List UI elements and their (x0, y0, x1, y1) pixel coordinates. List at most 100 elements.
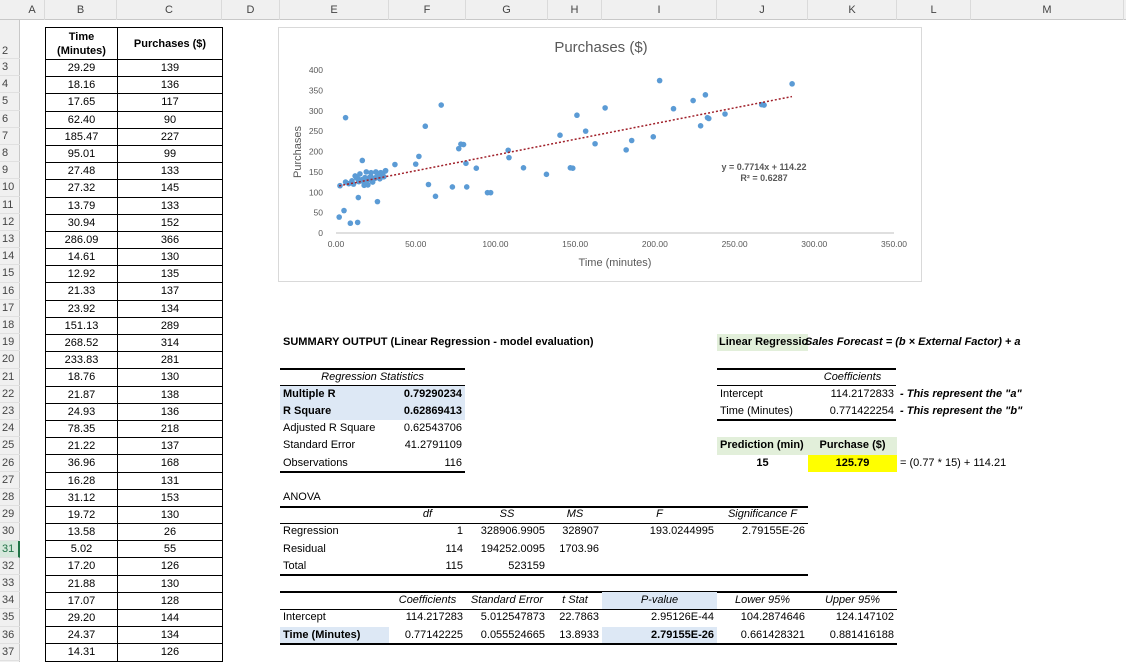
row-header-3[interactable]: 3 (0, 59, 20, 77)
time-cell[interactable]: 29.29 (45, 59, 118, 78)
purchases-cell[interactable]: 281 (117, 351, 223, 370)
coef-se[interactable]: 0.055524665 (466, 627, 548, 644)
r-square-label[interactable]: R Square (280, 403, 389, 421)
anova-label[interactable]: Residual (280, 541, 329, 558)
row-header-7[interactable]: 7 (0, 128, 20, 145)
coef-lower[interactable]: 0.661428321 (717, 627, 808, 644)
row-header-5[interactable]: 5 (0, 93, 20, 111)
row-header-16[interactable]: 16 (0, 283, 20, 300)
time-cell[interactable]: 12.92 (45, 265, 118, 284)
coef-header-p[interactable]: P-value (602, 592, 717, 610)
coef-label[interactable]: Time (Minutes) (280, 626, 389, 644)
purchases-cell[interactable]: 145 (117, 179, 223, 198)
anova-ss[interactable]: 523159 (466, 558, 548, 575)
anova-sig[interactable]: 2.79155E-26 (717, 523, 808, 540)
anova-title[interactable]: ANOVA (280, 489, 324, 506)
anova-header-ms[interactable]: MS (548, 506, 602, 523)
coef-value[interactable]: 0.77142225 (389, 627, 466, 644)
coef-header-t[interactable]: t Stat (548, 592, 602, 609)
row-header-13[interactable]: 13 (0, 231, 20, 249)
slope-note[interactable]: - This represent the "b" (897, 403, 1025, 420)
column-header-A[interactable]: A (20, 0, 45, 20)
purchases-cell[interactable]: 152 (117, 213, 223, 232)
column-header-J[interactable]: J (717, 0, 808, 20)
column-header-L[interactable]: L (897, 0, 971, 20)
summary-title[interactable]: SUMMARY OUTPUT (Linear Regression - mode… (280, 334, 597, 351)
purchase-label[interactable]: Purchase ($) (808, 437, 897, 455)
anova-df[interactable]: 115 (389, 558, 466, 575)
anova-header-ss[interactable]: SS (466, 506, 548, 523)
prediction-input[interactable]: 15 (717, 455, 808, 472)
row-header-37[interactable]: 37 (0, 644, 20, 661)
coef-t[interactable]: 13.8933 (548, 627, 602, 644)
model-formula[interactable]: Sales Forecast = (b × External Factor) +… (805, 334, 1024, 351)
coef-se[interactable]: 5.012547873 (466, 609, 548, 626)
anova-ss[interactable]: 328906.9905 (466, 523, 548, 540)
anova-header-sig[interactable]: Significance F (717, 506, 808, 523)
row-header-8[interactable]: 8 (0, 145, 20, 163)
time-cell[interactable]: 27.32 (45, 179, 118, 198)
purchases-cell[interactable]: 126 (117, 643, 223, 662)
coef-p[interactable]: 2.95126E-44 (602, 609, 717, 626)
anova-label[interactable]: Regression (280, 523, 342, 540)
time-cell[interactable]: 233.83 (45, 351, 118, 370)
purchases-cell[interactable]: 289 (117, 316, 223, 335)
column-header-I[interactable]: I (602, 0, 717, 20)
anova-header-df[interactable]: df (389, 506, 466, 523)
time-cell[interactable]: 27.48 (45, 162, 118, 181)
time-cell[interactable]: 151.13 (45, 316, 118, 335)
time-cell[interactable]: 30.94 (45, 213, 118, 232)
coef-value[interactable]: 114.217283 (389, 609, 466, 626)
anova-ss[interactable]: 194252.0095 (466, 541, 548, 558)
column-header-C[interactable]: C (117, 0, 222, 20)
time-cell[interactable]: 18.16 (45, 76, 118, 95)
row-header-2[interactable]: 2 (0, 27, 20, 59)
header-purchases[interactable]: Purchases ($) (117, 27, 223, 60)
adj-r-square-label[interactable]: Adjusted R Square (280, 420, 378, 437)
row-header-12[interactable]: 12 (0, 214, 20, 231)
column-header-E[interactable]: E (280, 0, 389, 20)
reg-stats-title[interactable]: Regression Statistics (280, 369, 465, 386)
row-header-10[interactable]: 10 (0, 179, 20, 197)
row-header-6[interactable]: 6 (0, 111, 20, 128)
anova-ms[interactable]: 1703.96 (548, 541, 602, 558)
column-header-D[interactable]: D (222, 0, 280, 20)
time-cell[interactable]: 185.47 (45, 127, 118, 146)
coef-t[interactable]: 22.7863 (548, 609, 602, 626)
purchases-cell[interactable]: 136 (117, 76, 223, 95)
coef-label[interactable]: Intercept (280, 609, 329, 626)
std-error-label[interactable]: Standard Error (280, 437, 358, 454)
row-header-33[interactable]: 33 (0, 575, 20, 593)
anova-df[interactable]: 114 (389, 541, 466, 558)
anova-header-f[interactable]: F (602, 506, 717, 523)
std-error-value[interactable]: 41.2791109 (389, 437, 465, 454)
model-slope-value[interactable]: 0.771422254 (808, 403, 897, 420)
time-cell[interactable]: 14.61 (45, 248, 118, 267)
purchases-cell[interactable]: 135 (117, 265, 223, 284)
column-header-K[interactable]: K (808, 0, 897, 20)
anova-ms[interactable]: 328907 (548, 523, 602, 540)
row-header-11[interactable]: 11 (0, 197, 20, 214)
observations-value[interactable]: 116 (389, 455, 465, 472)
time-cell[interactable]: 17.65 (45, 93, 118, 112)
row-header-4[interactable]: 4 (0, 76, 20, 94)
r-square-value[interactable]: 0.62869413 (389, 403, 465, 421)
time-cell[interactable]: 95.01 (45, 144, 118, 164)
column-header-F[interactable]: F (389, 0, 466, 20)
anova-df[interactable]: 1 (389, 523, 466, 540)
time-cell[interactable]: 13.79 (45, 196, 118, 215)
coef-header-upper[interactable]: Upper 95% (808, 592, 897, 609)
intercept-note[interactable]: - This represent the "a" (897, 386, 1025, 403)
coef-header-lower[interactable]: Lower 95% (717, 592, 808, 609)
column-header-H[interactable]: H (548, 0, 602, 20)
purchases-cell[interactable]: 139 (117, 59, 223, 78)
time-cell[interactable]: 21.33 (45, 282, 118, 301)
row-header-15[interactable]: 15 (0, 265, 20, 283)
row-header-17[interactable]: 17 (0, 300, 20, 317)
prediction-label[interactable]: Prediction (min) (717, 437, 808, 455)
purchases-cell[interactable]: 134 (117, 299, 223, 318)
coef-upper[interactable]: 124.147102 (808, 609, 897, 626)
model-slope-label[interactable]: Time (Minutes) (717, 403, 796, 420)
multiple-r-label[interactable]: Multiple R (280, 385, 389, 403)
purchases-cell[interactable]: 137 (117, 282, 223, 301)
